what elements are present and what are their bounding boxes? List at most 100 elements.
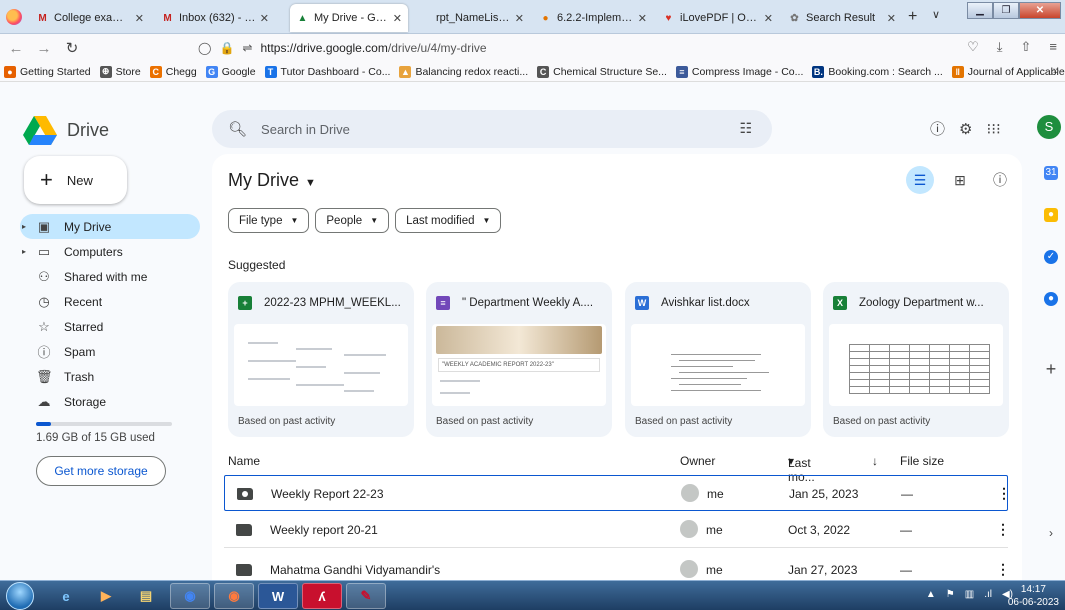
forward-arrow-icon[interactable]: → — [34, 40, 54, 57]
apps-grid-icon[interactable]: ⁝⁝⁝ — [986, 120, 1000, 138]
browser-tab[interactable]: ● 6.2.2-Implementati ✕ — [533, 4, 653, 32]
filter-chip-file-type[interactable]: File type ▼ — [228, 208, 310, 233]
firefox-taskbar-icon[interactable]: ◉ — [214, 583, 254, 609]
bookmarks-overflow-icon[interactable]: » — [1053, 65, 1059, 77]
new-button[interactable]: + New — [24, 156, 127, 204]
bookmark-item[interactable]: T Tutor Dashboard - Co... — [264, 65, 390, 78]
sidebar-item-recent[interactable]: ◷ Recent — [20, 289, 200, 314]
bookmark-item[interactable]: ● Getting Started — [4, 65, 91, 78]
list-view-icon[interactable]: ☰ — [906, 166, 934, 194]
search-icon[interactable]: 🔍︎ — [228, 120, 247, 138]
bookmark-item[interactable]: B. Booking.com : Search ... — [812, 65, 943, 78]
expand-caret-icon[interactable]: ▸ — [22, 247, 26, 256]
sidebar-item-trash[interactable]: 🗑 Trash — [20, 364, 200, 389]
details-info-icon[interactable]: ⓘ — [986, 166, 1014, 194]
close-tab-icon[interactable]: ✕ — [515, 12, 524, 25]
close-tab-icon[interactable]: ✕ — [260, 12, 269, 25]
suggested-file-card[interactable]: ≡ " Department Weekly A.... "WEEKLY ACAD… — [426, 282, 612, 437]
bookmark-item[interactable]: ≡ Compress Image - Co... — [675, 65, 803, 78]
back-arrow-icon[interactable]: ← — [6, 40, 26, 57]
suggested-file-card[interactable]: X Zoology Department w... Based on past … — [823, 282, 1009, 437]
file-row[interactable]: Mahatma Gandhi Vidyamandir's me Jan 27, … — [224, 552, 1010, 580]
calendar-icon[interactable]: 31 — [1044, 166, 1058, 180]
minimize-button[interactable]: ▁ — [967, 2, 993, 19]
menu-icon[interactable]: ≡ — [1049, 39, 1057, 55]
bookmark-item[interactable]: C Chegg — [149, 65, 197, 78]
search-bar[interactable]: 🔍︎ ☷ — [212, 110, 772, 148]
more-actions-icon[interactable]: ⋮ — [997, 485, 1011, 502]
expand-caret-icon[interactable]: ▸ — [22, 222, 26, 231]
column-file-size[interactable]: File size — [900, 454, 944, 468]
tray-expand-icon[interactable]: ▲ — [926, 589, 936, 600]
new-tab-button[interactable]: + — [908, 8, 917, 26]
explorer-icon[interactable]: ▤ — [126, 583, 166, 609]
firefox-icon[interactable] — [6, 9, 22, 25]
chrome-icon[interactable]: ◉ — [170, 583, 210, 609]
filter-chip-last-modified[interactable]: Last modified ▼ — [395, 208, 502, 233]
bookmark-item[interactable]: ‖ Journal of Applicable ... — [951, 65, 1065, 78]
add-addon-icon[interactable]: + — [1044, 360, 1058, 378]
bookmark-item[interactable]: G Google — [205, 65, 256, 78]
close-tab-icon[interactable]: ✕ — [887, 12, 896, 25]
sidebar-item-spam[interactable]: ⓘ Spam — [20, 339, 200, 364]
word-icon[interactable]: W — [258, 583, 298, 609]
close-tab-icon[interactable]: ✕ — [638, 12, 647, 25]
get-more-storage-button[interactable]: Get more storage — [36, 456, 166, 486]
url-bar[interactable]: ◯ 🔒 ⇌ https://drive.google.com/drive/u/4… — [198, 37, 898, 59]
signal-icon[interactable]: .ıl — [984, 589, 992, 600]
storage-usage-text[interactable]: 1.69 GB of 15 GB used — [36, 432, 155, 444]
sidebar-item-storage[interactable]: ☁ Storage — [20, 389, 200, 414]
start-button[interactable] — [6, 582, 34, 610]
contacts-icon[interactable]: ● — [1044, 292, 1058, 306]
reload-icon[interactable]: ↻ — [62, 39, 82, 57]
sidebar-item-computers[interactable]: ▸ ▭ Computers — [20, 239, 200, 264]
browser-tab[interactable]: ♥ iLovePDF | Online ✕ — [656, 4, 779, 32]
browser-tab[interactable]: ▲ My Drive - Google ✕ — [290, 4, 408, 32]
browser-tab[interactable]: ✿ Search Result ✕ — [782, 4, 902, 32]
sidebar-item-shared-with-me[interactable]: ⚇ Shared with me — [20, 264, 200, 289]
maximize-button[interactable]: ❐ — [993, 2, 1019, 19]
expand-panel-icon[interactable]: › — [1044, 526, 1058, 540]
more-actions-icon[interactable]: ⋮ — [996, 521, 1010, 538]
search-options-icon[interactable]: ☷ — [739, 120, 752, 137]
help-icon[interactable]: ⓘ — [930, 118, 945, 139]
media-player-icon[interactable]: ▶ — [86, 583, 126, 609]
flag-icon[interactable]: ⚑ — [946, 589, 955, 600]
sort-arrow-icon[interactable]: ↓ — [872, 454, 878, 468]
drive-logo[interactable]: Drive — [23, 115, 109, 145]
network-icon[interactable]: ▥ — [965, 589, 974, 600]
download-icon[interactable]: ⤓ — [997, 39, 1003, 55]
search-input[interactable] — [261, 121, 682, 137]
bookmark-item[interactable]: ⊕ Store — [99, 65, 141, 78]
browser-tab[interactable]: M College exam form ✕ — [30, 4, 150, 32]
browser-tab[interactable]: M Inbox (632) - sphac ✕ — [155, 4, 275, 32]
tasks-icon[interactable]: ✓ — [1044, 250, 1058, 264]
keep-icon[interactable]: ● — [1044, 208, 1058, 222]
column-name[interactable]: Name — [228, 454, 260, 468]
suggested-file-card[interactable]: + 2022-23 MPHM_WEEKL... Based on past ac… — [228, 282, 414, 437]
column-owner[interactable]: Owner — [680, 454, 715, 468]
tab-list-chevron-icon[interactable]: ∨ — [932, 8, 940, 21]
account-avatar[interactable]: S — [1037, 115, 1061, 139]
bookmark-item[interactable]: C Chemical Structure Se... — [537, 65, 667, 78]
ie-icon[interactable]: e — [46, 583, 86, 609]
more-actions-icon[interactable]: ⋮ — [996, 561, 1010, 578]
close-tab-icon[interactable]: ✕ — [393, 12, 402, 25]
acrobat-icon[interactable]: ʎ — [302, 583, 342, 609]
system-clock[interactable]: 14:17 06-06-2023 — [1008, 583, 1059, 609]
pocket-icon[interactable]: ♡ — [967, 39, 979, 55]
share-icon[interactable]: ⇧ — [1021, 39, 1032, 55]
bookmark-item[interactable]: ▲ Balancing redox reacti... — [399, 65, 528, 78]
paint-icon[interactable]: ✎ — [346, 583, 386, 609]
grid-view-icon[interactable]: ⊞ — [946, 166, 974, 194]
page-title[interactable]: My Drive ▼ — [228, 170, 316, 191]
column-last-modified[interactable]: Last mo... ▾ — [788, 454, 815, 484]
file-row[interactable]: Weekly report 20-21 me Oct 3, 2022 — ⋮ — [224, 512, 1010, 548]
browser-tab[interactable]: rpt_NameList - BSc Stu ✕ — [412, 4, 530, 32]
filter-chip-people[interactable]: People ▼ — [315, 208, 390, 233]
file-row[interactable]: Weekly Report 22-23 me Jan 25, 2023 — ⋮ — [224, 475, 1011, 511]
sidebar-item-starred[interactable]: ☆ Starred — [20, 314, 200, 339]
sidebar-item-my-drive[interactable]: ▸ ▣ My Drive — [20, 214, 200, 239]
close-tab-icon[interactable]: ✕ — [135, 12, 144, 25]
close-tab-icon[interactable]: ✕ — [764, 12, 773, 25]
